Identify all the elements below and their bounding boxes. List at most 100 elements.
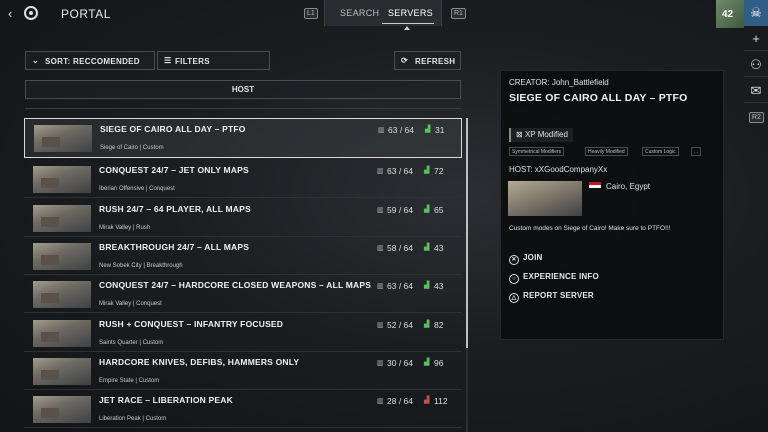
ping-good-icon: ▟ xyxy=(424,167,430,174)
chevron-left-icon[interactable]: ‹ xyxy=(8,6,12,21)
tab-search[interactable]: SEARCH xyxy=(340,8,379,18)
ping-value: 65 xyxy=(434,205,444,215)
player-count: 52 / 64 xyxy=(387,320,413,330)
tab-servers[interactable]: SERVERS xyxy=(388,8,433,18)
server-row[interactable]: BREAKTHROUGH 24/7 – ALL MAPS New Sobek C… xyxy=(24,237,462,275)
divider xyxy=(25,108,461,109)
xp-icon: ⊠ xyxy=(516,130,525,139)
server-list: SIEGE OF CAIRO ALL DAY – PTFO Siege of C… xyxy=(24,118,464,432)
server-map-mode: Empire State | Custom xyxy=(99,378,160,384)
player-count: 30 / 64 xyxy=(387,358,413,368)
refresh-button[interactable]: ⟳ REFRESH xyxy=(394,51,461,70)
server-map-mode: Iberian Offensive | Conquest xyxy=(99,186,175,192)
l1-hint-icon: L1 xyxy=(304,8,318,19)
server-map-mode: Mirak Valley | Rush xyxy=(99,225,151,231)
page-title: PORTAL xyxy=(61,7,111,21)
map-thumbnail xyxy=(33,358,91,385)
ping-good-icon: ▟ xyxy=(424,282,430,289)
server-name: SIEGE OF CAIRO ALL DAY – PTFO xyxy=(100,124,246,134)
detail-title: SIEGE OF CAIRO ALL DAY – PTFO xyxy=(509,92,688,104)
players-icon: ▥ xyxy=(377,360,384,367)
ping-good-icon: ▟ xyxy=(424,206,430,213)
server-name: BREAKTHROUGH 24/7 – ALL MAPS xyxy=(99,242,250,252)
report-server-label: REPORT SERVER xyxy=(523,291,594,300)
players-icon: ▥ xyxy=(377,168,384,175)
map-thumbnail xyxy=(33,243,91,270)
player-count: 63 / 64 xyxy=(387,166,413,176)
player-count: 58 / 64 xyxy=(387,243,413,253)
egypt-flag-icon xyxy=(589,182,601,191)
server-map-mode: Siege of Cairo | Custom xyxy=(100,145,164,151)
circle-button-icon: ○ xyxy=(509,274,519,284)
modifier-tag: Custom Logic xyxy=(642,147,679,156)
server-row[interactable]: CONQUEST 24/7 – HARDCORE CLOSED WEAPONS … xyxy=(24,275,462,313)
players-icon: ▥ xyxy=(377,283,384,290)
ping-good-icon: ▟ xyxy=(425,126,431,133)
chevron-down-icon: ⌄ xyxy=(32,56,40,65)
player-count: 59 / 64 xyxy=(387,205,413,215)
server-name: HARDCORE KNIVES, DEFIBS, HAMMERS ONLY xyxy=(99,357,300,367)
top-bar: ‹ PORTAL L1 SEARCH SERVERS R1 xyxy=(0,0,768,30)
scrollbar-thumb[interactable] xyxy=(466,118,468,348)
server-row[interactable]: RUSH + CONQUEST – INFANTRY FOCUSED Saint… xyxy=(24,314,462,352)
refresh-icon: ⟳ xyxy=(401,56,409,65)
player-count: 63 / 64 xyxy=(388,125,414,135)
report-server-button[interactable]: △ REPORT SERVER xyxy=(509,291,594,303)
party-icon[interactable]: ⚇ xyxy=(744,53,768,77)
sort-label: SORT: RECCOMENDED xyxy=(45,57,140,66)
cross-button-icon: ✕ xyxy=(509,255,519,265)
ping-good-icon: ▟ xyxy=(424,359,430,366)
player-count: 63 / 64 xyxy=(387,281,413,291)
server-map-mode: Saints Quarter | Custom xyxy=(99,340,164,346)
host-name: HOST: xXGoodCompanyXx xyxy=(509,165,608,174)
ping-good-icon: ▟ xyxy=(424,321,430,328)
creator-label: CREATOR: John_Battlefield xyxy=(509,78,609,87)
map-thumbnail xyxy=(34,125,92,152)
ping-value: 31 xyxy=(435,125,445,135)
server-name: RUSH + CONQUEST – INFANTRY FOCUSED xyxy=(99,319,284,329)
server-name: CONQUEST 24/7 – HARDCORE CLOSED WEAPONS … xyxy=(99,280,372,290)
filters-button[interactable]: ☰ FILTERS xyxy=(157,51,270,70)
ping-value: 43 xyxy=(434,243,444,253)
map-thumbnail xyxy=(33,320,91,347)
skull-icon[interactable]: ☠ xyxy=(744,0,768,26)
server-map-mode: Liberation Peak | Custom xyxy=(99,416,167,422)
players-icon: ▥ xyxy=(377,322,384,329)
players-icon: ▥ xyxy=(377,207,384,214)
ping-value: 82 xyxy=(434,320,444,330)
server-location: Cairo, Egypt xyxy=(606,182,651,191)
experience-info-label: EXPERIENCE INFO xyxy=(523,272,599,281)
ping-good-icon: ▟ xyxy=(424,244,430,251)
experience-info-button[interactable]: ○ EXPERIENCE INFO xyxy=(509,272,599,284)
modifier-tag: Heavily Modified xyxy=(585,147,628,156)
modifier-tag: Symmetrical Modifiers xyxy=(509,147,565,156)
server-name: RUSH 24/7 – 64 PLAYER, ALL MAPS xyxy=(99,204,251,214)
join-button[interactable]: ✕ JOIN xyxy=(509,253,542,265)
server-map-mode: Mirak Valley | Conquest xyxy=(99,301,162,307)
server-row[interactable]: CONQUEST 24/7 – JET ONLY MAPS Iberian Of… xyxy=(24,160,462,198)
join-label: JOIN xyxy=(523,253,543,262)
filters-label: FILTERS xyxy=(175,57,210,66)
mail-icon[interactable]: ✉ xyxy=(744,79,768,103)
player-level: 42 xyxy=(722,9,734,20)
ping-bad-icon: ▟ xyxy=(424,397,430,404)
r1-hint-icon: R1 xyxy=(451,8,466,19)
map-thumbnail xyxy=(33,396,91,423)
ping-value: 112 xyxy=(434,396,448,406)
server-name: CONQUEST 24/7 – JET ONLY MAPS xyxy=(99,165,249,175)
server-row[interactable]: RUSH 24/7 – 64 PLAYER, ALL MAPS Mirak Va… xyxy=(24,199,462,237)
server-row[interactable]: JET RACE – LIBERATION PEAK Liberation Pe… xyxy=(24,390,462,428)
ping-value: 43 xyxy=(434,281,444,291)
sort-button[interactable]: ⌄ SORT: RECCOMENDED xyxy=(25,51,155,70)
server-name: JET RACE – LIBERATION PEAK xyxy=(99,395,233,405)
host-button[interactable]: HOST xyxy=(25,80,461,99)
server-row[interactable]: HARDCORE KNIVES, DEFIBS, HAMMERS ONLY Em… xyxy=(24,352,462,390)
players-icon: ▥ xyxy=(377,398,384,405)
r2-hint-icon: R2 xyxy=(749,112,764,123)
tab-active-indicator xyxy=(382,23,434,24)
server-row[interactable]: SIEGE OF CAIRO ALL DAY – PTFO Siege of C… xyxy=(24,118,462,158)
map-thumbnail xyxy=(33,205,91,232)
xp-tag-label: XP Modified xyxy=(524,130,568,139)
plus-icon[interactable]: + xyxy=(744,27,768,51)
detail-map-thumbnail xyxy=(508,181,582,216)
